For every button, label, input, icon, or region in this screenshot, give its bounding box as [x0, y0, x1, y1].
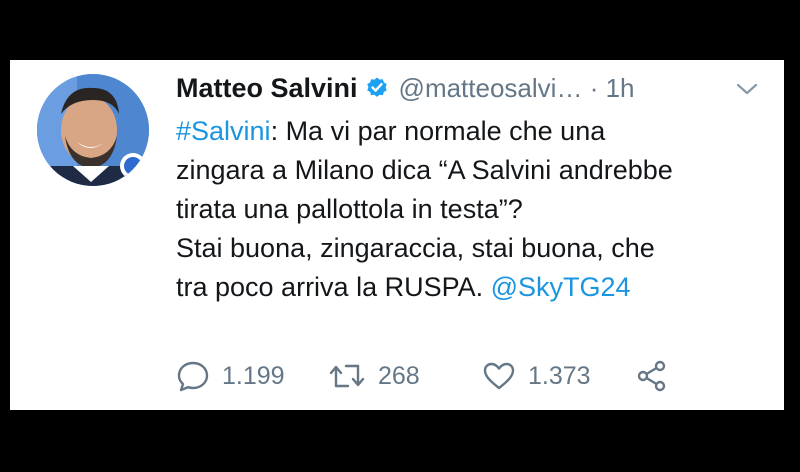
reply-icon: [177, 361, 209, 392]
text-line-5-start: tra poco arriva la RUSPA.: [176, 272, 491, 302]
share-button[interactable]: [636, 360, 668, 392]
separator-dot: ·: [589, 72, 599, 103]
retweet-icon: [329, 364, 365, 388]
tweet-header: Matteo Salvini @matteosalvi… · 1h: [176, 68, 766, 108]
text-line-4: Stai buona, zingaraccia, stai buona, che: [176, 233, 655, 263]
text-line-1: #Salvini: Ma vi par normale che una: [176, 112, 776, 151]
like-button[interactable]: 1.373: [482, 361, 591, 391]
retweet-count: 268: [378, 361, 420, 390]
time-separator: ·: [582, 73, 605, 104]
avatar[interactable]: [37, 74, 149, 186]
author-name[interactable]: Matteo Salvini: [176, 73, 358, 104]
text-line-1-rest: : Ma vi par normale che una: [270, 116, 606, 146]
avatar-photo: [37, 74, 149, 186]
tweet-text: #Salvini: Ma vi par normale che una zing…: [176, 112, 776, 307]
text-line-2: zingara a Milano dica “A Salvini andrebb…: [176, 155, 673, 185]
reply-count: 1.199: [222, 361, 285, 390]
author-handle[interactable]: @matteosalvi…: [399, 73, 583, 104]
text-line-3: tirata una pallottola in testa”?: [176, 194, 523, 224]
retweet-button[interactable]: 268: [328, 361, 420, 391]
mention-link[interactable]: @SkyTG24: [491, 272, 631, 302]
verified-badge-icon: [365, 76, 389, 100]
like-icon: [483, 362, 515, 390]
tweet-timestamp[interactable]: 1h: [606, 73, 635, 104]
chevron-down-icon[interactable]: [735, 80, 759, 98]
reply-button[interactable]: 1.199: [176, 360, 285, 392]
hashtag-link[interactable]: #Salvini: [176, 116, 271, 146]
like-count: 1.373: [528, 361, 591, 390]
text-line-5: tra poco arriva la RUSPA. @SkyTG24: [176, 268, 776, 307]
share-icon: [637, 360, 666, 392]
tweet-actions: 1.199 268 1.373: [176, 358, 696, 394]
